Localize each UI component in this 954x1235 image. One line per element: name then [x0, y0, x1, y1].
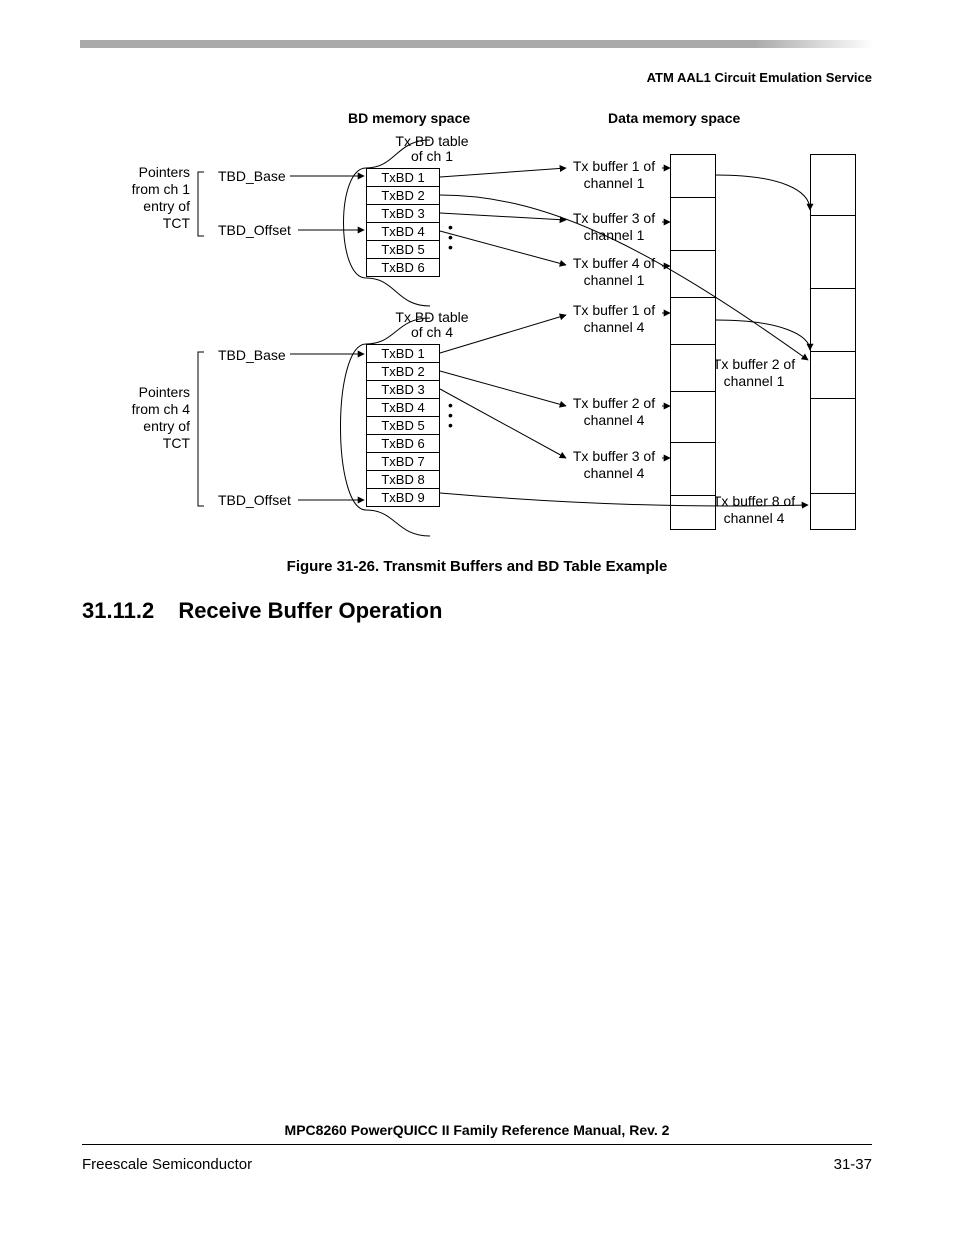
bd-row: TxBD 5 — [367, 240, 439, 258]
buf-4-ch1: Tx buffer 4 of channel 1 — [568, 255, 660, 289]
text: entry of — [143, 198, 190, 214]
data-memory-space-label: Data memory space — [608, 110, 740, 126]
text: entry of — [143, 418, 190, 434]
pointers-ch4-label: Pointers from ch 4 entry of TCT — [90, 384, 190, 452]
text: of ch 1 — [411, 148, 453, 164]
bd-row: TxBD 4 — [367, 222, 439, 240]
text: channel 4 — [584, 319, 645, 335]
bd-row: TxBD 4 — [367, 398, 439, 416]
text: from ch 1 — [132, 181, 190, 197]
text: Pointers — [139, 164, 190, 180]
tx-bd-table-ch4-title: Tx BD table of ch 4 — [392, 310, 472, 340]
tbd-offset-ch4: TBD_Offset — [218, 492, 291, 508]
section-number: 31.11.2 — [82, 598, 154, 624]
tbd-base-ch4: TBD_Base — [218, 347, 286, 363]
bd-row: TxBD 8 — [367, 470, 439, 488]
pointers-ch1-label: Pointers from ch 1 entry of TCT — [90, 164, 190, 232]
running-header: ATM AAL1 Circuit Emulation Service — [647, 70, 872, 85]
text: channel 4 — [584, 412, 645, 428]
text: Tx buffer 3 of — [573, 210, 655, 226]
text: Tx BD table — [395, 309, 468, 325]
text: channel 1 — [584, 227, 645, 243]
bd-row: TxBD 3 — [367, 204, 439, 222]
text: Tx buffer 3 of — [573, 448, 655, 464]
data-column-left — [670, 154, 716, 530]
text: Tx buffer 2 of — [713, 356, 795, 372]
bd-row: TxBD 7 — [367, 452, 439, 470]
buf-3-ch4: Tx buffer 3 of channel 4 — [568, 448, 660, 482]
bd-row: TxBD 1 — [367, 169, 439, 186]
buf-1-ch1: Tx buffer 1 of channel 1 — [568, 158, 660, 192]
footer-page-number: 31-37 — [834, 1156, 872, 1173]
footer-company: Freescale Semiconductor — [82, 1156, 252, 1173]
ellipsis-icon: ••• — [448, 400, 453, 430]
text: TCT — [163, 215, 190, 231]
text: Tx buffer 8 of — [713, 493, 795, 509]
section-title: Receive Buffer Operation — [178, 598, 442, 623]
text: channel 4 — [584, 465, 645, 481]
text: Tx BD table — [395, 133, 468, 149]
buf-1-ch4: Tx buffer 1 of channel 4 — [568, 302, 660, 336]
bd-row: TxBD 1 — [367, 345, 439, 362]
text: of ch 4 — [411, 324, 453, 340]
buf-2-ch4: Tx buffer 2 of channel 4 — [568, 395, 660, 429]
tx-bd-table-ch1-title: Tx BD table of ch 1 — [392, 134, 472, 164]
figure-caption: Figure 31-26. Transmit Buffers and BD Ta… — [80, 558, 874, 575]
text: channel 1 — [724, 373, 785, 389]
bd-row: TxBD 9 — [367, 488, 439, 506]
text: channel 1 — [584, 175, 645, 191]
footer-doc-title: MPC8260 PowerQUICC II Family Reference M… — [80, 1122, 874, 1138]
bd-row: TxBD 2 — [367, 186, 439, 204]
section-heading: 31.11.2 Receive Buffer Operation — [82, 598, 442, 624]
text: Tx buffer 2 of — [573, 395, 655, 411]
buf-2-ch1: Tx buffer 2 of channel 1 — [708, 356, 800, 390]
text: Tx buffer 1 of — [573, 158, 655, 174]
text: channel 1 — [584, 272, 645, 288]
decorative-bar — [80, 40, 874, 48]
bd-memory-space-label: BD memory space — [348, 110, 470, 126]
bd-row: TxBD 3 — [367, 380, 439, 398]
data-column-right — [810, 154, 856, 530]
text: TCT — [163, 435, 190, 451]
tbd-offset-ch1: TBD_Offset — [218, 222, 291, 238]
text: Tx buffer 1 of — [573, 302, 655, 318]
tbd-base-ch1: TBD_Base — [218, 168, 286, 184]
bd-row: TxBD 6 — [367, 258, 439, 276]
ellipsis-icon: ••• — [448, 222, 453, 252]
bd-table-ch1: TxBD 1 TxBD 2 TxBD 3 TxBD 4 TxBD 5 TxBD … — [366, 168, 440, 277]
page: ATM AAL1 Circuit Emulation Service BD me… — [0, 0, 954, 1235]
bd-row: TxBD 6 — [367, 434, 439, 452]
text: from ch 4 — [132, 401, 190, 417]
bd-row: TxBD 5 — [367, 416, 439, 434]
buf-8-ch4: Tx buffer 8 of channel 4 — [708, 493, 800, 527]
bd-table-ch4: TxBD 1 TxBD 2 TxBD 3 TxBD 4 TxBD 5 TxBD … — [366, 344, 440, 507]
buf-3-ch1: Tx buffer 3 of channel 1 — [568, 210, 660, 244]
text: Tx buffer 4 of — [573, 255, 655, 271]
text: channel 4 — [724, 510, 785, 526]
footer-rule — [82, 1144, 872, 1145]
text: Pointers — [139, 384, 190, 400]
bd-row: TxBD 2 — [367, 362, 439, 380]
figure-31-26: BD memory space Data memory space Pointe… — [80, 110, 874, 560]
